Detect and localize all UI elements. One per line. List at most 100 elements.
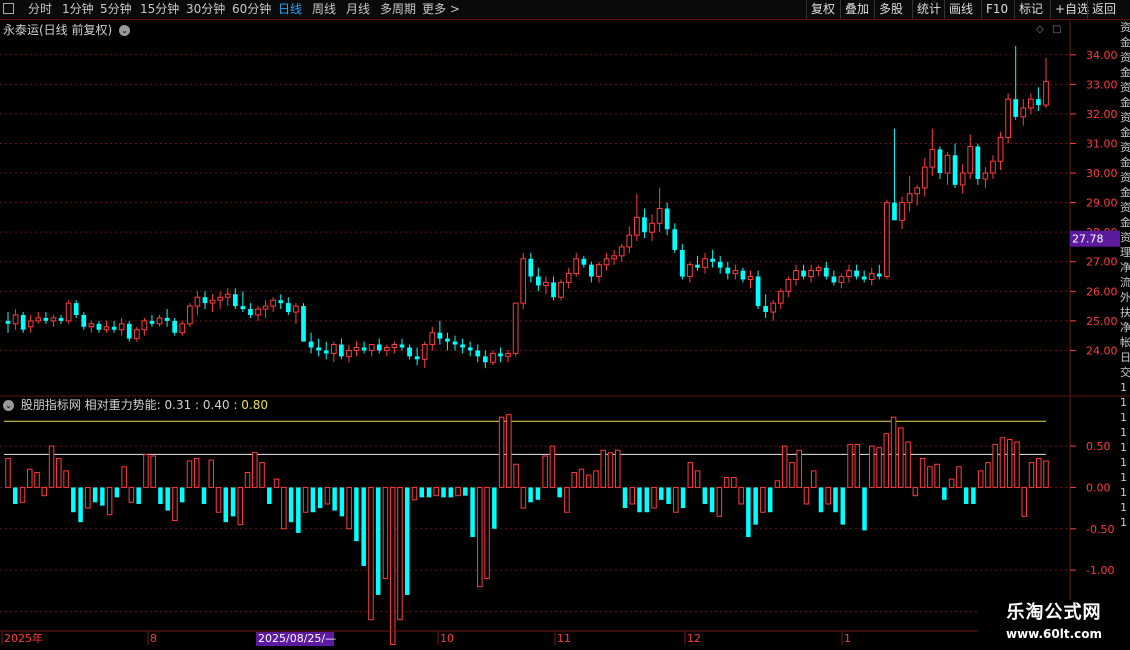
candle-body-up — [921, 166, 928, 189]
candle-body-down — [581, 258, 587, 265]
indicator-value-yellow: : 0.80 — [233, 398, 269, 412]
indicator-bar-neg-red — [389, 486, 396, 646]
indicator-bar-pos — [143, 453, 149, 488]
candle-body-down — [240, 306, 246, 310]
candle-body-up — [565, 273, 572, 283]
candle-body-down — [672, 229, 678, 250]
candle-body-down — [740, 270, 746, 280]
right-panel-char: 1 — [1120, 486, 1127, 499]
indicator-bar-neg-red — [433, 486, 440, 497]
indicator-bar-pos — [796, 449, 802, 488]
timeline-label: 11 — [557, 632, 571, 645]
indicator-bar-neg-red — [484, 486, 490, 579]
right-panel-char: 净 — [1120, 321, 1130, 334]
indicator-bar-pos — [259, 462, 265, 488]
candle-body-down — [952, 155, 958, 185]
candle-body-up — [194, 296, 201, 307]
candle-body-up — [747, 276, 754, 280]
right-panel-char: 金 — [1120, 36, 1130, 49]
indicator-bar-neg — [419, 487, 424, 498]
indicator-bar-neg-red — [106, 486, 113, 516]
kline-chart[interactable]: 34.0033.0032.0031.0030.0029.0028.0027.00… — [0, 0, 1130, 650]
right-panel-char: 流 — [1120, 276, 1130, 289]
indicator-bar-neg — [644, 487, 650, 513]
indicator-bar-pos — [781, 445, 788, 488]
candle-body-up — [118, 323, 125, 331]
candle-body-down — [1036, 99, 1041, 106]
candle-body-down — [854, 270, 859, 277]
candle-body-up — [520, 258, 527, 304]
candle-body-down — [278, 300, 284, 304]
candle-body-up — [156, 317, 163, 325]
indicator-bar-neg — [746, 487, 751, 538]
candle-body-down — [20, 314, 26, 330]
candle-body-up — [982, 172, 989, 180]
right-panel-char: 交 — [1120, 366, 1130, 379]
indicator-bar-pos — [208, 459, 214, 488]
candle-body-up — [217, 296, 223, 301]
indicator-bar-pos — [27, 468, 33, 488]
indicator-bar-neg — [100, 487, 105, 506]
right-panel-char: 资 — [1120, 111, 1130, 124]
indicator-bar-pos — [694, 470, 701, 488]
right-info-panel: 资金资金资金资金资金资金资金资理净流外扶净帐日交1111111111 — [1120, 20, 1130, 630]
candle-body-down — [892, 202, 897, 221]
candle-body-up — [573, 258, 580, 275]
indicator-bar-neg-red — [324, 486, 331, 505]
candle-body-up — [838, 276, 845, 283]
candle-body-up — [929, 148, 936, 168]
candle-body-up — [50, 317, 57, 322]
indicator-bar-pos — [56, 457, 62, 488]
candle-body-down — [937, 149, 943, 174]
indicator-bar-pos — [854, 443, 861, 488]
price-tick-label: 32.00 — [1086, 108, 1118, 121]
candle-body-up — [65, 302, 72, 322]
right-panel-char: 1 — [1120, 471, 1127, 484]
indicator-bar-neg — [666, 487, 671, 504]
indicator-bar-pos — [1035, 457, 1042, 488]
indicator-bar-pos — [847, 443, 853, 488]
indicator-bar-pos — [789, 462, 795, 488]
candle-body-down — [498, 353, 503, 357]
candle-body-up — [186, 305, 193, 325]
candle-body-up — [12, 314, 19, 325]
candle-body-up — [899, 202, 905, 221]
candle-body-up — [1027, 98, 1034, 109]
candle-body-down — [823, 267, 829, 277]
candle-body-down — [285, 303, 291, 312]
candle-body-up — [868, 273, 875, 280]
candle-body-up — [368, 344, 375, 351]
watermark-logo: 乐淘公式网 www.60lt.com — [978, 600, 1130, 650]
candle-body-up — [596, 264, 602, 278]
indicator-bar-pos — [977, 470, 984, 488]
indicator-bar-pos — [869, 445, 875, 488]
indicator-bar-pos — [549, 445, 556, 488]
price-tick-label: 31.00 — [1086, 137, 1118, 150]
candle-body-up — [702, 258, 708, 269]
chevron-down-icon[interactable]: ⌄ — [3, 400, 14, 411]
right-panel-char: 金 — [1120, 156, 1130, 169]
candle-body-down — [5, 320, 11, 324]
indicator-bar-neg — [441, 487, 446, 498]
indicator-bar-pos — [513, 463, 519, 488]
price-tick-label: 33.00 — [1086, 78, 1118, 91]
indicator-bar-neg — [470, 487, 475, 538]
indicator-bar-neg — [201, 487, 207, 504]
indicator-bar-neg — [223, 487, 229, 523]
indicator-bar-neg — [557, 487, 562, 498]
candle-body-up — [944, 154, 951, 174]
indicator-bar-pos — [956, 466, 962, 488]
candle-body-up — [732, 270, 739, 275]
indicator-bar-pos — [890, 416, 897, 488]
indicator-bar-neg-red — [455, 486, 461, 497]
indicator-bar-pos — [1028, 462, 1035, 488]
indicator-bar-neg — [267, 487, 272, 504]
candle-body-down — [96, 323, 102, 330]
right-panel-char: 金 — [1120, 216, 1130, 229]
indicator-bar-neg-red — [128, 486, 135, 503]
right-panel-char: 1 — [1120, 456, 1127, 469]
indicator-bar-neg-red — [368, 486, 374, 621]
indicator-bar-neg — [659, 487, 664, 500]
right-panel-char: 资 — [1120, 171, 1130, 184]
indicator-bar-neg-red — [673, 486, 679, 513]
